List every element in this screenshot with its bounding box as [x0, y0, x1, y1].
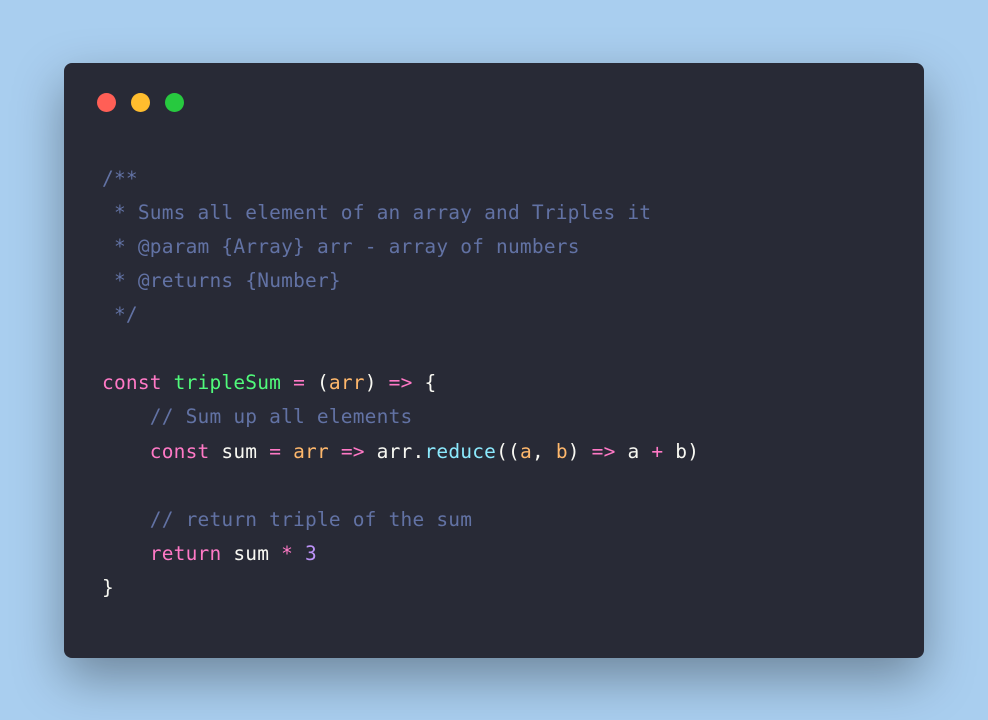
maximize-icon[interactable] — [165, 93, 184, 112]
close-icon[interactable] — [97, 93, 116, 112]
reduce-method: reduce — [424, 440, 496, 463]
multiply-operator: * — [281, 542, 293, 565]
minimize-icon[interactable] — [131, 93, 150, 112]
const-keyword: const — [102, 371, 162, 394]
jsdoc-description: * Sums all element of an array and Tripl… — [102, 201, 651, 224]
code-window: /** * Sums all element of an array and T… — [64, 63, 924, 658]
jsdoc-param-tag: @param — [138, 235, 210, 258]
jsdoc-param-desc: arr - array of numbers — [305, 235, 580, 258]
const-keyword-2: const — [150, 440, 210, 463]
jsdoc-close: */ — [102, 303, 138, 326]
return-keyword: return — [150, 542, 222, 565]
number-literal: 3 — [305, 542, 317, 565]
function-param: arr — [329, 371, 365, 394]
jsdoc-param-prefix: * — [102, 235, 138, 258]
inline-comment-1: // Sum up all elements — [150, 405, 413, 428]
inline-comment-2: // return triple of the sum — [150, 508, 472, 531]
jsdoc-returns-type: {Number} — [245, 269, 341, 292]
code-block: /** * Sums all element of an array and T… — [102, 162, 886, 606]
jsdoc-param-type: {Array} — [221, 235, 305, 258]
jsdoc-returns-tag: @returns — [138, 269, 234, 292]
variable-sum: sum — [221, 440, 257, 463]
jsdoc-open: /** — [102, 167, 138, 190]
traffic-lights — [97, 93, 886, 112]
arrow-operator: => — [377, 371, 425, 394]
closing-brace: } — [102, 576, 114, 599]
function-name: tripleSum — [174, 371, 281, 394]
